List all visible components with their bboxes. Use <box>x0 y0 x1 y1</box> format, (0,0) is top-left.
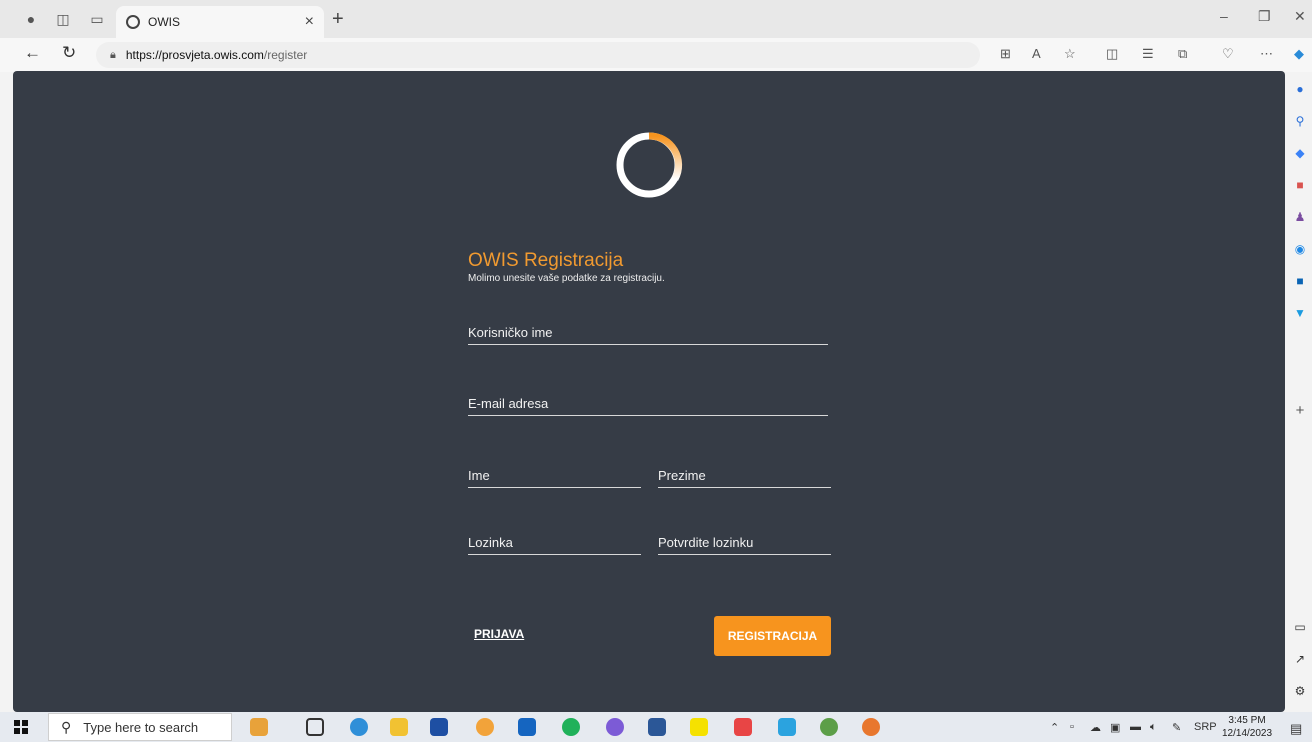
tray-chevron-icon[interactable]: ⌃ <box>1050 721 1059 734</box>
email-field-wrap <box>468 395 828 416</box>
external-icon[interactable]: ↗ <box>1288 652 1312 666</box>
read-aloud-icon[interactable]: A <box>1032 46 1041 61</box>
clock-time: 3:45 PM <box>1228 715 1266 726</box>
first-name-input[interactable] <box>468 468 641 487</box>
drop-icon[interactable]: ▼ <box>1288 306 1312 320</box>
viber-app-icon[interactable] <box>606 718 624 736</box>
tab-title: OWIS <box>148 15 180 29</box>
clock[interactable]: 3:45 PM 12/14/2023 <box>1222 714 1272 740</box>
minimize-button[interactable]: – <box>1220 8 1228 24</box>
pen-icon[interactable]: ✎ <box>1172 721 1181 734</box>
restore-button[interactable]: ❐ <box>1258 8 1271 25</box>
battery-icon[interactable]: ▬ <box>1130 721 1141 733</box>
chrome-alt-icon[interactable] <box>862 718 880 736</box>
last-name-field-wrap <box>658 467 831 488</box>
registration-page: OWIS Registracija Molimo unesite vaše po… <box>13 71 1285 712</box>
games-icon[interactable]: ♟ <box>1288 210 1312 224</box>
loading-spinner-icon <box>616 132 683 198</box>
taskbar: ⚲ Type here to search ⌃ ▫ ☁ ▣ ▬ 🔈︎ ✎ SRP… <box>0 712 1312 742</box>
lock-icon[interactable]: 🔒︎ <box>110 49 116 62</box>
username-input[interactable] <box>468 325 828 344</box>
volume-icon[interactable]: 🔈︎ <box>1150 721 1157 734</box>
store-app-icon[interactable] <box>430 718 448 736</box>
tab-close-icon[interactable]: × <box>305 13 314 31</box>
briefcase-app-icon[interactable] <box>250 718 268 736</box>
maps-app-icon[interactable] <box>778 718 796 736</box>
taskbar-search-placeholder: Type here to search <box>83 719 199 735</box>
word-app-icon[interactable] <box>648 718 666 736</box>
anydesk-app-icon[interactable] <box>734 718 752 736</box>
tray-app-icon[interactable]: ▣ <box>1110 721 1120 734</box>
clock-date: 12/14/2023 <box>1222 728 1273 739</box>
collections-icon[interactable]: ⧉ <box>1178 46 1187 62</box>
language-indicator[interactable]: SRP <box>1194 721 1217 733</box>
settings-gear-icon[interactable]: ⚙ <box>1288 684 1312 698</box>
refresh-icon[interactable]: ↻ <box>62 43 76 63</box>
close-window-button[interactable]: ✕ <box>1294 8 1306 25</box>
tools-icon[interactable]: ■ <box>1288 178 1312 192</box>
shopping-tag-icon[interactable]: ◆ <box>1288 146 1312 160</box>
favorite-icon[interactable]: ☆ <box>1064 46 1076 62</box>
notifications-icon[interactable]: ▤ <box>1290 721 1302 737</box>
chrome-profile-icon[interactable] <box>820 718 838 736</box>
url-host: https://prosvjeta.owis.com <box>125 48 264 62</box>
tray-camera-icon[interactable]: ▫ <box>1070 721 1074 733</box>
file-explorer-icon[interactable] <box>390 718 408 736</box>
first-name-field-wrap <box>468 467 641 488</box>
copilot-icon[interactable]: ◆ <box>1294 46 1304 62</box>
confirm-password-field-wrap <box>658 534 831 555</box>
sidebar-toggle-icon[interactable]: ▭ <box>1288 620 1312 634</box>
password-field-wrap <box>468 534 641 555</box>
tray-cloud-icon[interactable]: ☁ <box>1090 721 1101 734</box>
back-icon[interactable]: ← <box>24 43 41 63</box>
register-button[interactable]: REGISTRACIJA <box>714 616 831 656</box>
tab-strip: ● ◫ ▭ OWIS × + – ❐ ✕ <box>0 0 1312 38</box>
bell-icon[interactable]: ● <box>1288 82 1312 96</box>
workspaces-icon[interactable]: ◫ <box>46 0 80 38</box>
address-bar[interactable]: 🔒︎ https://prosvjeta.owis.com/register <box>96 42 980 68</box>
windows-start-icon[interactable] <box>14 720 28 734</box>
outlook-app-icon[interactable] <box>518 718 536 736</box>
url-path: /register <box>263 48 308 62</box>
more-icon[interactable]: ⋯ <box>1260 46 1273 62</box>
login-link[interactable]: PRIJAVA <box>474 627 524 641</box>
new-tab-button[interactable]: + <box>332 8 344 31</box>
x-app-icon[interactable] <box>690 718 708 736</box>
add-icon[interactable]: + <box>1288 402 1312 419</box>
username-field-wrap <box>468 324 828 345</box>
favorites-list-icon[interactable]: ☰ <box>1142 46 1154 62</box>
task-view-icon[interactable] <box>306 718 324 736</box>
search-icon: ⚲ <box>61 718 72 735</box>
confirm-password-input[interactable] <box>658 535 831 554</box>
edge-app-icon[interactable] <box>350 718 368 736</box>
last-name-input[interactable] <box>658 468 831 487</box>
whatsapp-app-icon[interactable] <box>562 718 580 736</box>
taskbar-search[interactable]: ⚲ Type here to search <box>48 713 232 741</box>
reader-icon[interactable]: ⊞ <box>1000 46 1011 62</box>
password-input[interactable] <box>468 535 641 554</box>
tab-owis[interactable]: OWIS × <box>116 6 324 38</box>
office-icon[interactable]: ◉ <box>1288 242 1312 256</box>
outlook-icon[interactable]: ■ <box>1288 274 1312 288</box>
page-subtitle: Molimo unesite vaše podatke za registrac… <box>468 273 665 284</box>
owis-favicon-icon <box>126 15 140 29</box>
page-title: OWIS Registracija <box>468 250 624 271</box>
search-icon[interactable]: ⚲ <box>1288 114 1312 128</box>
chrome-app-icon[interactable] <box>476 718 494 736</box>
email-input[interactable] <box>468 396 828 415</box>
performance-icon[interactable]: ♡ <box>1222 46 1234 62</box>
split-icon[interactable]: ◫ <box>1106 46 1118 62</box>
tab-actions-icon[interactable]: ▭ <box>80 0 114 38</box>
browser-toolbar: ← ↻ 🔒︎ https://prosvjeta.owis.com/regist… <box>0 38 1312 72</box>
edge-sidebar: ● ⚲ ◆ ■ ♟ ◉ ■ ▼ + ▭ ↗ ⚙ <box>1288 72 1312 712</box>
profile-icon[interactable]: ● <box>14 0 48 38</box>
